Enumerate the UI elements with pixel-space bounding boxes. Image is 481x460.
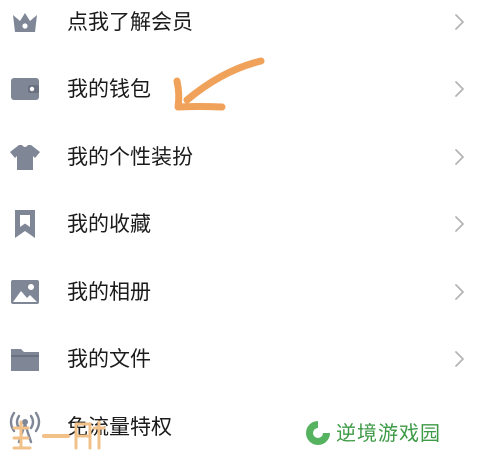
watermark-text: 逆境游戏园 xyxy=(336,421,441,445)
chevron-right-icon xyxy=(452,148,466,166)
menu-item-album[interactable]: 我的相册 xyxy=(0,259,481,325)
menu-item-label: 我的个性装扮 xyxy=(67,145,193,169)
chevron-right-icon xyxy=(452,80,466,98)
watermark-logo-icon xyxy=(12,420,106,450)
menu-item-favorites[interactable]: 我的收藏 xyxy=(0,191,481,257)
menu-item-label: 点我了解会员 xyxy=(67,10,193,34)
hand-drawn-arrow-icon xyxy=(173,57,265,111)
wallet-icon xyxy=(8,72,42,106)
menu-item-label: 我的相册 xyxy=(67,280,151,304)
leaf-logo-icon xyxy=(306,421,330,445)
menu-item-label: 我的钱包 xyxy=(67,77,151,101)
tshirt-icon xyxy=(8,140,42,174)
menu-item-label: 我的收藏 xyxy=(67,212,151,236)
menu-item-label: 我的文件 xyxy=(67,347,151,371)
menu-item-personalize[interactable]: 我的个性装扮 xyxy=(0,124,481,190)
chevron-right-icon xyxy=(452,13,466,31)
watermark: 逆境游戏园 xyxy=(304,415,474,451)
menu-item-files[interactable]: 我的文件 xyxy=(0,326,481,392)
bookmark-icon xyxy=(8,207,42,241)
chevron-right-icon xyxy=(452,350,466,368)
menu-item-membership[interactable]: 点我了解会员 xyxy=(0,0,481,55)
folder-icon xyxy=(8,342,42,376)
chevron-right-icon xyxy=(452,283,466,301)
image-icon xyxy=(8,275,42,309)
crown-icon xyxy=(8,5,42,39)
chevron-right-icon xyxy=(452,215,466,233)
